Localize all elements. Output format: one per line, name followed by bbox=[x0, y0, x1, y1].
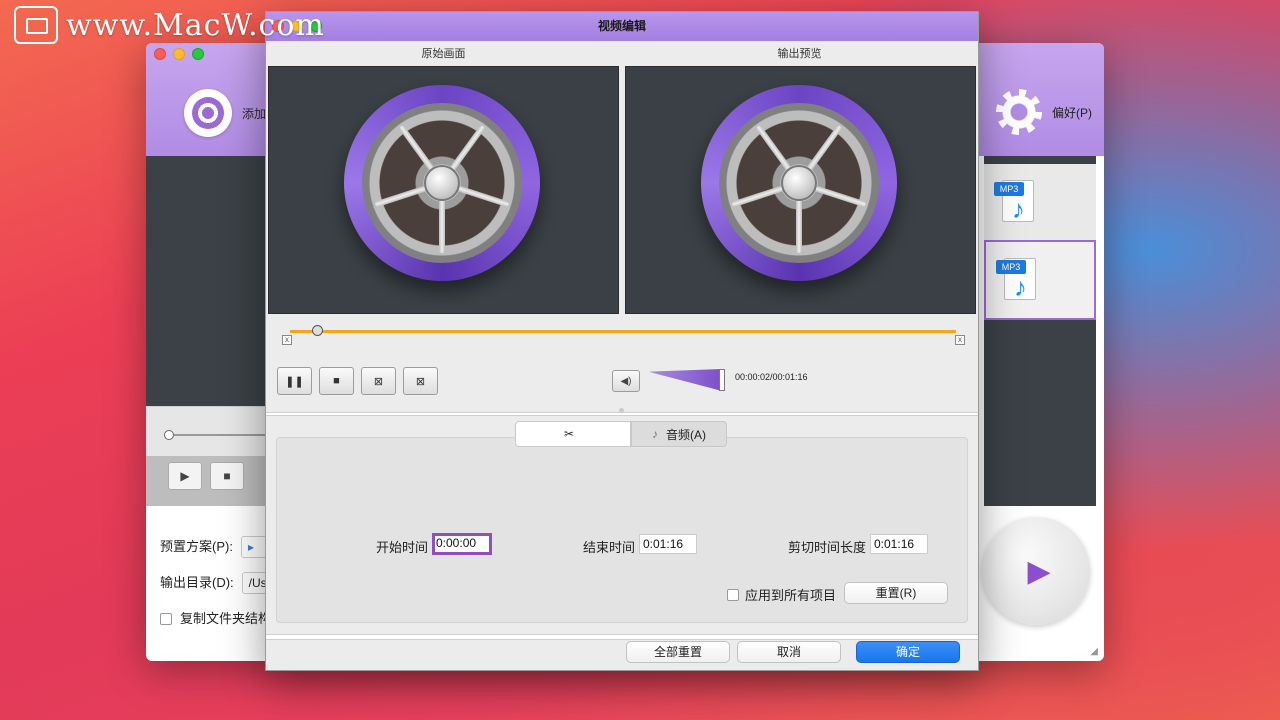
seek-track bbox=[174, 434, 266, 436]
original-view-label: 原始画面 bbox=[421, 48, 466, 60]
watermark-text: www.MacW.com bbox=[66, 7, 325, 43]
output-preview-pane bbox=[625, 66, 976, 314]
cancel-button[interactable]: 取消 bbox=[737, 641, 841, 663]
copy-folder-label: 复制文件夹结构 bbox=[180, 611, 272, 626]
dialog-title: 视频编辑 bbox=[597, 19, 646, 33]
volume-button[interactable]: ◀) bbox=[612, 370, 640, 392]
reset-button[interactable]: 重置(R) bbox=[844, 582, 948, 604]
apply-all-option[interactable]: 应用到所有项目 bbox=[727, 585, 836, 604]
video-edit-dialog: 视频编辑 原始画面 输出预览 x x ❚❚ ■ ⊠ ⊠ ◀) 00:00:02/… bbox=[265, 11, 979, 671]
speaker-icon: ◀) bbox=[620, 375, 632, 387]
app-reel-logo-icon bbox=[343, 85, 544, 295]
close-window-button[interactable] bbox=[154, 48, 166, 60]
preset-label: 预置方案(P): bbox=[160, 539, 233, 554]
footer-divider bbox=[266, 634, 978, 640]
zoom-window-button[interactable] bbox=[192, 48, 204, 60]
duration-label: 剪切时间长度 bbox=[788, 540, 867, 555]
set-start-button[interactable]: ⊠ bbox=[361, 367, 396, 395]
volume-knob[interactable] bbox=[719, 369, 725, 391]
scissors-icon: ✂ bbox=[563, 427, 575, 441]
end-time-label: 结束时间 bbox=[583, 540, 636, 555]
mp3-file-icon: MP3 ♪ bbox=[996, 254, 1040, 304]
end-time-field[interactable]: 0:01:16 bbox=[639, 534, 697, 554]
monitor-logo-icon bbox=[14, 6, 58, 44]
file-list: MP3 ♪ MP3 ♪ bbox=[984, 156, 1096, 506]
clip-start-icon: ⊠ bbox=[373, 375, 384, 388]
app-reel-logo-icon bbox=[700, 85, 901, 295]
set-end-button[interactable]: ⊠ bbox=[403, 367, 438, 395]
list-item-selected[interactable]: MP3 ♪ bbox=[984, 240, 1096, 320]
volume-slider[interactable] bbox=[650, 369, 726, 391]
start-time-field[interactable]: 0:00:00 bbox=[432, 533, 492, 555]
clip-end-icon: ⊠ bbox=[415, 375, 426, 388]
stop-icon: ■ bbox=[333, 375, 340, 387]
volume-level bbox=[650, 369, 722, 391]
timecode-readout: 00:00:02/00:01:16 bbox=[735, 372, 808, 382]
tab-audio[interactable]: ♪ 音频(A) bbox=[631, 421, 727, 447]
edit-tabs: ✂ ♪ 音频(A) bbox=[515, 421, 727, 447]
window-controls bbox=[154, 48, 204, 60]
output-preview-label: 输出预览 bbox=[777, 48, 822, 60]
timeline-track bbox=[290, 330, 956, 333]
resize-grip-icon[interactable]: ◢ bbox=[1090, 646, 1098, 657]
ok-button[interactable]: 确定 bbox=[856, 641, 960, 663]
main-controls-bar bbox=[146, 456, 266, 506]
music-note-icon: ♪ bbox=[652, 427, 658, 441]
convert-start-button[interactable]: ▶ bbox=[982, 517, 1090, 625]
split-handle[interactable] bbox=[619, 408, 624, 413]
preferences-label: 偏好(P) bbox=[1052, 105, 1092, 120]
apply-all-label: 应用到所有项目 bbox=[745, 588, 837, 603]
playhead-knob[interactable] bbox=[312, 325, 323, 336]
copy-folder-checkbox[interactable] bbox=[160, 613, 172, 625]
preferences-button[interactable]: 偏好(P) bbox=[996, 89, 1092, 135]
apply-all-checkbox[interactable] bbox=[727, 588, 739, 601]
list-item[interactable]: MP3 ♪ bbox=[984, 164, 1096, 244]
mp3-file-icon: MP3 ♪ bbox=[994, 176, 1038, 226]
minimize-window-button[interactable] bbox=[173, 48, 185, 60]
seek-knob[interactable] bbox=[164, 430, 174, 440]
add-file-label: 添加 bbox=[242, 106, 267, 121]
original-view-pane bbox=[268, 66, 619, 314]
start-time-label: 开始时间 bbox=[376, 540, 429, 555]
main-stop-button[interactable]: ■ bbox=[210, 462, 244, 490]
trim-timeline[interactable]: x x bbox=[276, 322, 970, 352]
pause-icon: ❚❚ bbox=[285, 375, 304, 388]
add-file-button[interactable]: 添加 bbox=[184, 89, 266, 137]
gear-icon bbox=[996, 89, 1042, 135]
tab-audio-label: 音频(A) bbox=[666, 427, 706, 442]
trim-end-marker-icon[interactable]: x bbox=[955, 335, 965, 345]
tab-trim[interactable]: ✂ bbox=[515, 421, 631, 447]
play-triangle-icon: ▶ bbox=[1027, 554, 1051, 588]
main-play-button[interactable]: ▶ bbox=[168, 462, 202, 490]
output-dir-label: 输出目录(D): bbox=[160, 575, 234, 590]
dialog-titlebar: 视频编辑 bbox=[266, 12, 978, 41]
output-settings: 预置方案(P): ▸ 输出目录(D): /Us 复制文件夹结构 bbox=[160, 529, 271, 637]
pause-button[interactable]: ❚❚ bbox=[277, 367, 312, 395]
duration-field[interactable]: 0:01:16 bbox=[870, 534, 928, 554]
main-preview-area bbox=[146, 156, 266, 406]
reset-all-button[interactable]: 全部重置 bbox=[626, 641, 730, 663]
film-reel-icon bbox=[184, 89, 232, 137]
main-seek-bar[interactable] bbox=[146, 406, 266, 456]
trim-start-marker-icon[interactable]: x bbox=[282, 335, 292, 345]
stop-button[interactable]: ■ bbox=[319, 367, 354, 395]
macw-watermark: www.MacW.com bbox=[14, 6, 325, 44]
